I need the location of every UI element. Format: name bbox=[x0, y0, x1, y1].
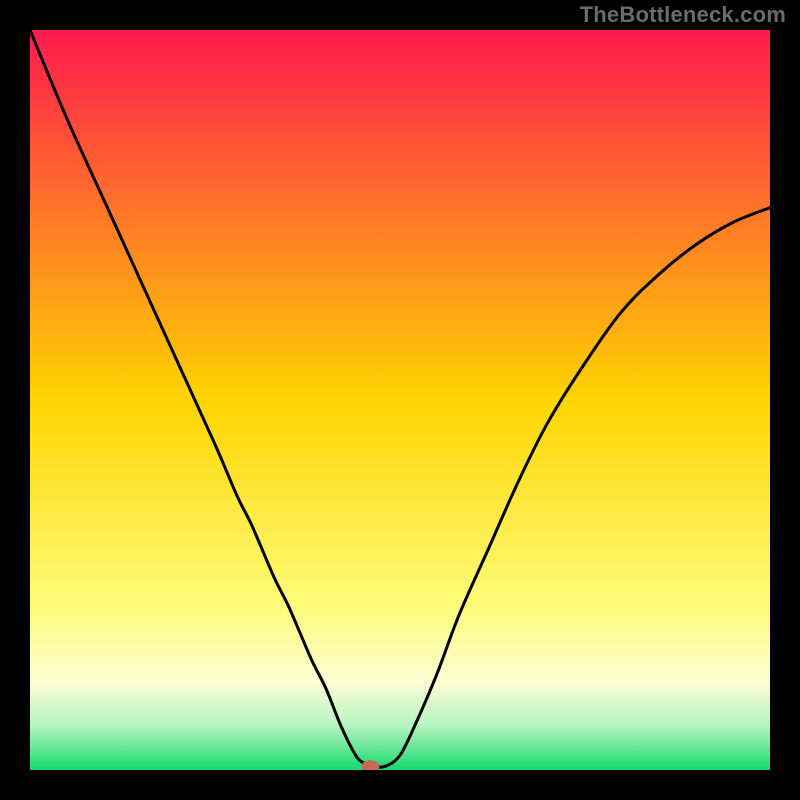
watermark-text: TheBottleneck.com bbox=[580, 2, 786, 28]
gradient-background bbox=[30, 30, 770, 770]
chart-frame: TheBottleneck.com bbox=[0, 0, 800, 800]
chart-svg bbox=[30, 30, 770, 770]
plot-area bbox=[30, 30, 770, 770]
